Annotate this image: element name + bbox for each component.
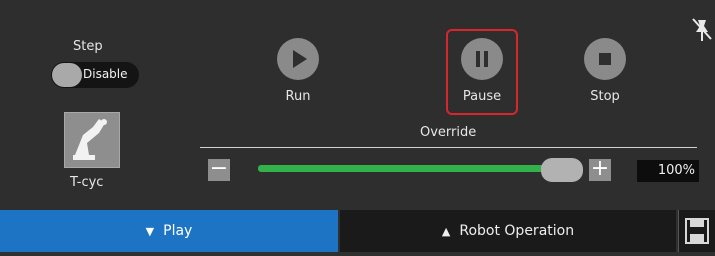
triangle-down-icon: ▼ (145, 224, 155, 238)
stop-icon (599, 53, 611, 65)
step-label: Step (73, 39, 103, 54)
pause-control[interactable]: Pause (451, 38, 513, 104)
save-icon (685, 218, 709, 244)
pin-off-icon[interactable] (690, 16, 714, 44)
run-label: Run (285, 89, 311, 104)
toggle-state-text: Disable (83, 67, 128, 81)
tab-robot-operation-label: Robot Operation (459, 223, 575, 239)
stop-control[interactable]: Stop (576, 38, 634, 104)
bottom-bar: ▼ Play ▲ Robot Operation (0, 210, 715, 252)
override-slider-track[interactable] (258, 165, 558, 172)
stop-label: Stop (590, 89, 620, 104)
override-decrease-button[interactable]: − (208, 158, 230, 181)
run-button[interactable] (277, 38, 319, 80)
tab-robot-operation[interactable]: ▲ Robot Operation (340, 210, 676, 252)
override-increase-button[interactable]: + (589, 158, 611, 181)
override-value: 100% (637, 160, 699, 182)
pause-button[interactable] (461, 38, 503, 80)
tab-play-label: Play (163, 223, 193, 239)
tab-play[interactable]: ▼ Play (0, 210, 338, 252)
override-label: Override (420, 125, 477, 140)
tcyc-button[interactable] (64, 112, 120, 168)
pause-label: Pause (462, 89, 502, 104)
override-divider (200, 147, 697, 148)
triangle-up-icon: ▲ (441, 224, 451, 238)
pause-icon (476, 51, 488, 67)
save-button[interactable] (678, 210, 715, 252)
step-toggle[interactable]: Disable (51, 62, 139, 88)
stop-button[interactable] (584, 38, 626, 80)
control-panel: Step Disable T-cyc Run Pause Stop Overri… (0, 0, 715, 210)
robot-arm-icon (73, 119, 107, 160)
run-control[interactable]: Run (269, 38, 327, 104)
override-slider-thumb[interactable] (541, 158, 583, 182)
toggle-knob[interactable] (52, 63, 82, 87)
play-icon (293, 50, 307, 68)
tcyc-label: T-cyc (70, 175, 104, 190)
